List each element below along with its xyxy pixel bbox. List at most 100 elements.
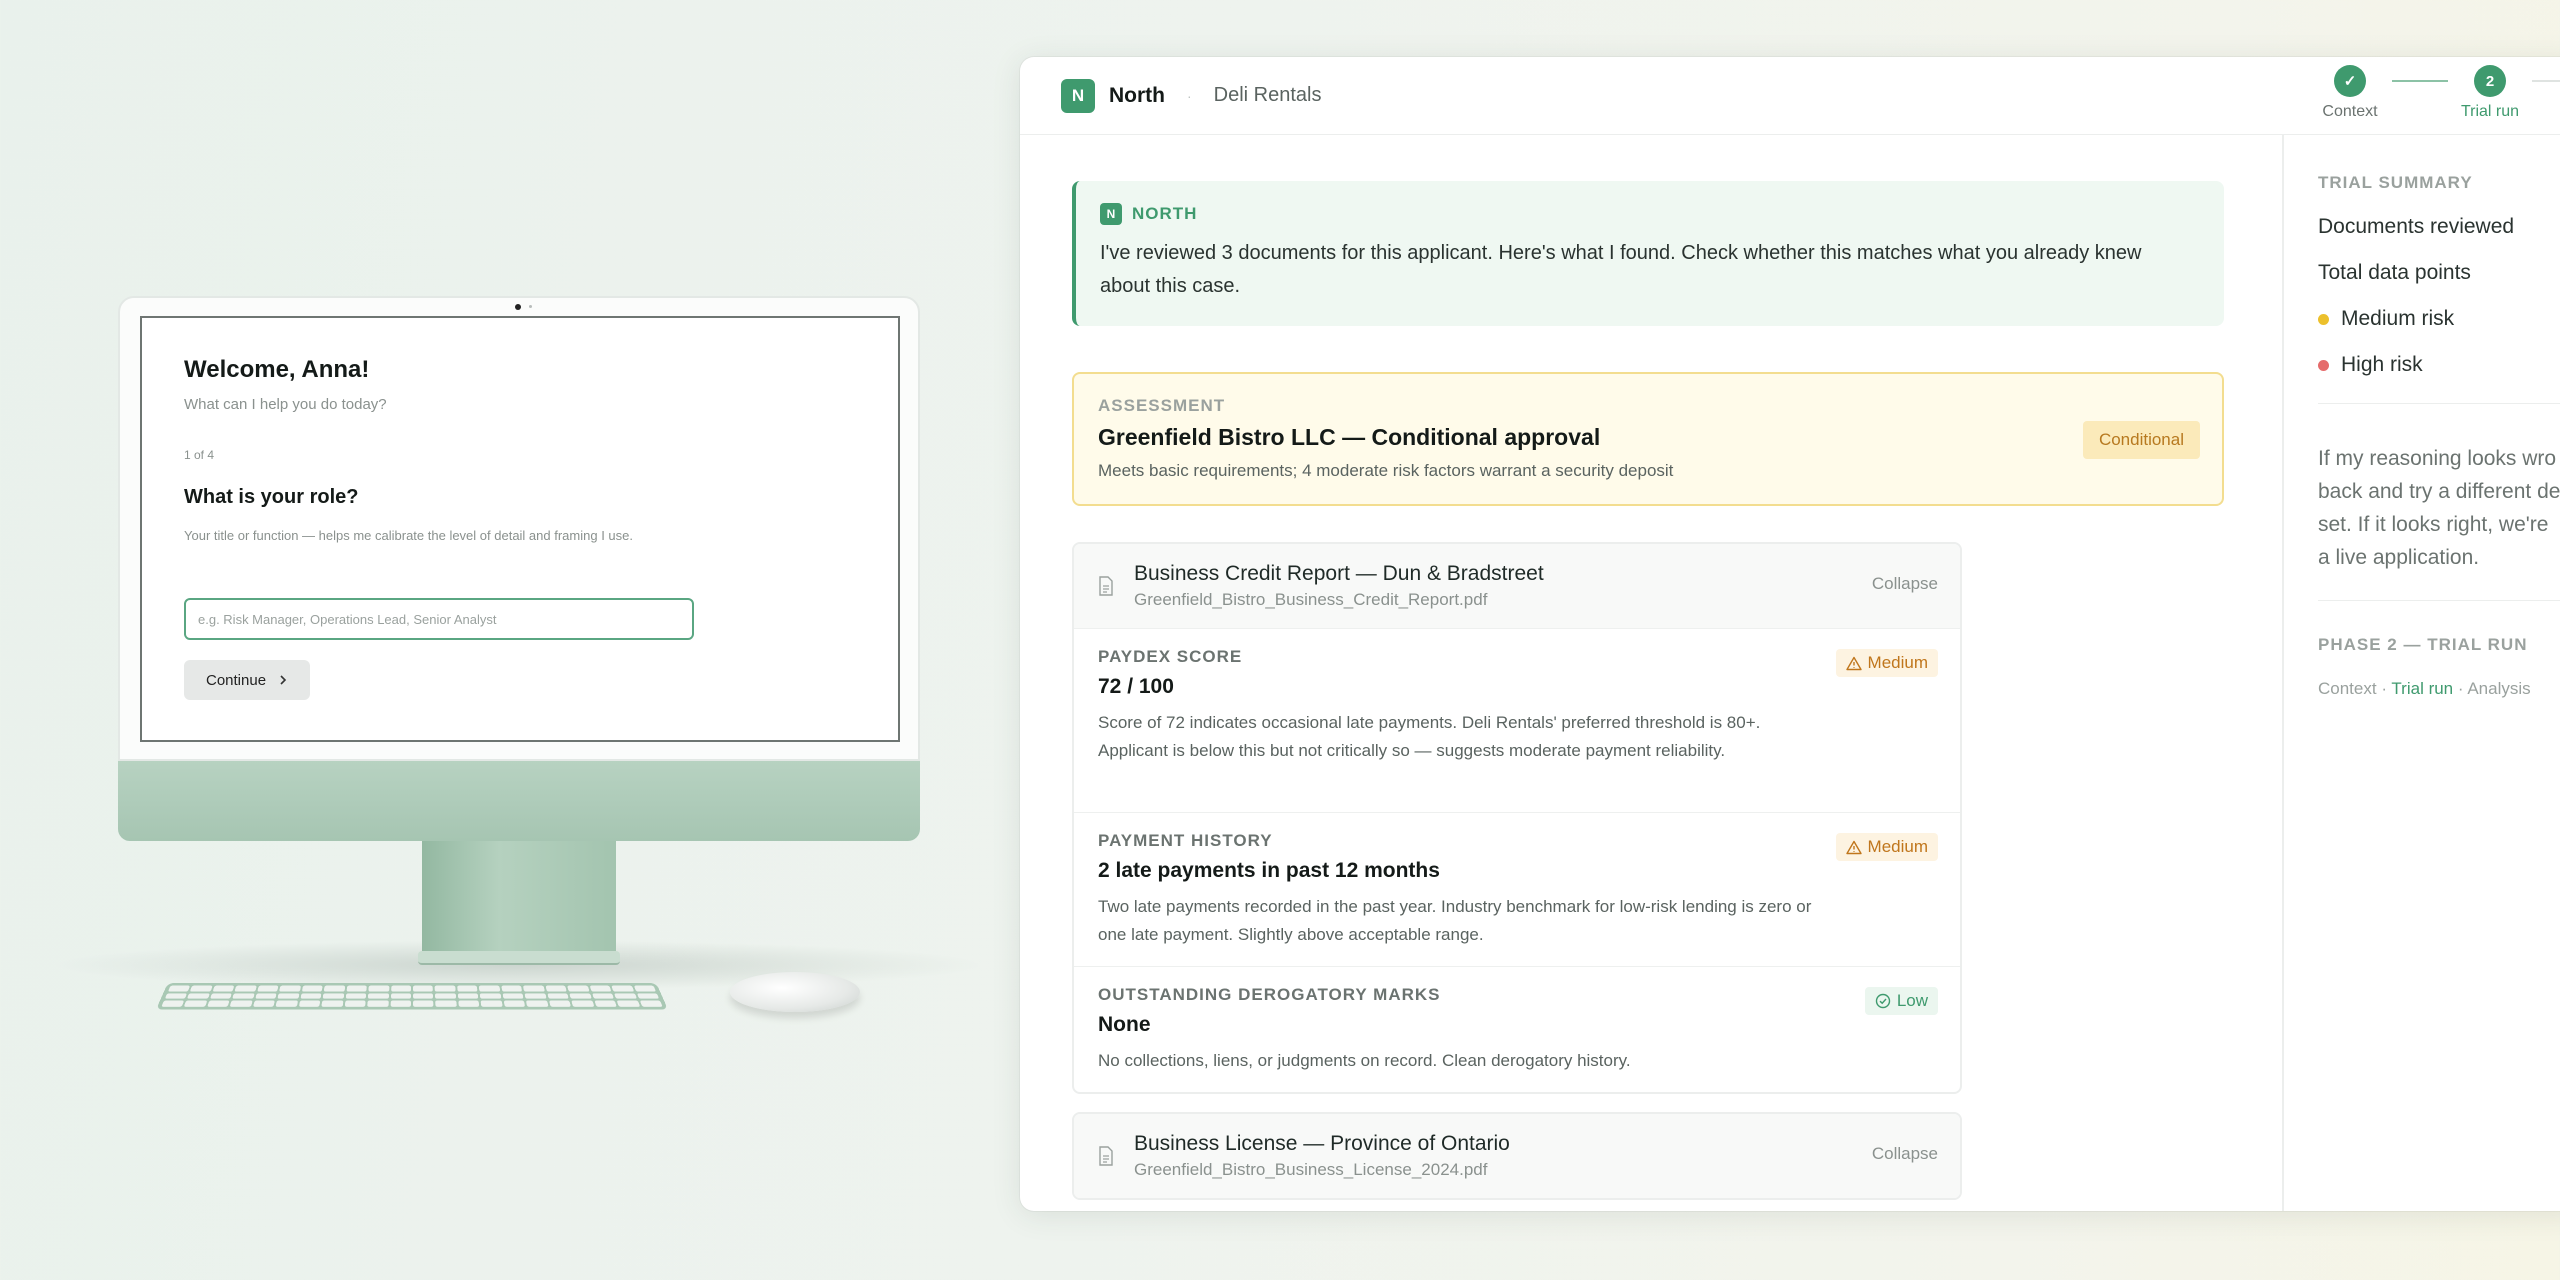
keyboard-key [435, 985, 456, 992]
finding-row: PAYDEX SCORE 72 / 100 Score of 72 indica… [1074, 628, 1960, 812]
keyboard-key [480, 993, 502, 999]
severity-label: Medium [1867, 653, 1928, 672]
crumb-trial-run[interactable]: Trial run [2391, 679, 2453, 698]
app-window: N North · Deli Rentals ✓ Context 2 Trial… [1020, 57, 2560, 1211]
step-connector [2532, 80, 2560, 82]
keyboard-key [367, 993, 389, 999]
monitor-chin [118, 761, 920, 841]
document-icon [1099, 576, 1113, 596]
document-header[interactable]: Business License — Province of Ontario G… [1074, 1114, 1960, 1198]
divider [2318, 403, 2560, 404]
summary-label: Total data points [2318, 261, 2471, 284]
document-icon [1099, 1146, 1113, 1166]
collapse-button[interactable]: Collapse [1872, 1144, 1938, 1164]
high-risk-dot [2318, 359, 2329, 371]
keyboard-key [435, 993, 457, 999]
role-input[interactable] [184, 598, 694, 640]
keyboard-key [503, 1000, 526, 1007]
document-filename: Greenfield_Bistro_Business_License_2024.… [1134, 1160, 1488, 1179]
keyboard-key [323, 985, 345, 992]
keyboard-key [161, 1000, 185, 1007]
keyboard-key [545, 985, 567, 992]
camera-icon [515, 304, 521, 310]
keyboard-key [589, 985, 612, 992]
keyboard-key [207, 1000, 230, 1007]
summary-row: Documents reviewed [2318, 215, 2560, 239]
warning-icon [1845, 656, 1862, 670]
keyboard-key [547, 993, 569, 999]
keyboard-key [254, 993, 277, 999]
keyboard-key [457, 993, 479, 999]
finding-text: Score of 72 indicates occasional late pa… [1098, 713, 1761, 760]
summary-label: Documents reviewed [2318, 215, 2515, 238]
keyboard-key [344, 1000, 366, 1007]
assessment-description: Meets basic requirements; 4 moderate ris… [1098, 461, 1674, 480]
note-line: set. If it looks right, we're [2318, 513, 2549, 536]
crumb-context[interactable]: Context [2318, 679, 2377, 698]
keyboard-key [184, 1000, 208, 1007]
phase-breadcrumb: Context · Trial run · Analysis [2318, 679, 2560, 699]
finding-text: No collections, liens, or judgments on r… [1098, 1051, 1631, 1070]
monitor-bezel: Welcome, Anna! What can I help you do to… [118, 296, 920, 761]
client-name: Deli Rentals [1213, 84, 1322, 106]
step-label: Trial run [2460, 103, 2520, 120]
reasoning-note: If my reasoning looks wro back and try a… [2318, 442, 2560, 574]
keyboard-key [300, 993, 322, 999]
step-trial-run[interactable]: 2 Trial run [2440, 65, 2540, 121]
summary-row: Medium risk [2318, 307, 2560, 331]
assessment-card: ASSESSMENT Greenfield Bistro LLC — Condi… [1072, 372, 2224, 506]
document-header[interactable]: Business Credit Report — Dun & Bradstree… [1074, 544, 1960, 628]
keyboard-key [301, 985, 323, 992]
keyboard-key [279, 985, 301, 992]
step-context[interactable]: ✓ Context [2300, 65, 2400, 121]
chevron-right-icon [280, 675, 287, 685]
phase-label: PHASE 2 — TRIAL RUN [2318, 635, 2528, 654]
keyboard-key [390, 1000, 411, 1007]
keyboard-key [412, 985, 434, 992]
document-card-business-license: Business License — Province of Ontario G… [1072, 1112, 1962, 1200]
status-badge: Conditional [2082, 421, 2200, 459]
keyboard-key [633, 985, 656, 992]
keyboard-key [277, 993, 300, 999]
summary-row: Total data points [2318, 261, 2560, 285]
keyboard-key [346, 985, 367, 992]
mouse [730, 972, 860, 1012]
summary-row: High risk [2318, 353, 2560, 377]
keyboard-key [571, 1000, 595, 1007]
north-message-text: I've reviewed 3 documents for this appli… [1100, 242, 2142, 297]
keyboard-key [548, 1000, 572, 1007]
keyboard-key [611, 985, 634, 992]
keyboard-key [298, 1000, 321, 1007]
finding-kicker: PAYMENT HISTORY [1098, 831, 1273, 850]
keyboard-key [322, 993, 344, 999]
severity-badge: Medium [1835, 833, 1938, 861]
keyboard-key [168, 985, 191, 992]
keyboard-key [614, 993, 637, 999]
continue-label: Continue [206, 671, 267, 689]
north-logo: N [1061, 78, 1095, 113]
monitor-screen: Welcome, Anna! What can I help you do to… [140, 316, 900, 742]
finding-kicker: PAYDEX SCORE [1098, 647, 1243, 666]
medium-risk-dot [2318, 313, 2329, 325]
keyboard-key [190, 985, 213, 992]
keyboard-key [413, 1000, 434, 1007]
finding-row: OUTSTANDING DEROGATORY MARKS None No col… [1074, 966, 1960, 1092]
collapse-button[interactable]: Collapse [1872, 574, 1938, 594]
keyboard-key [412, 993, 434, 999]
step-number: 2 [2474, 65, 2506, 97]
continue-button[interactable]: Continue [184, 660, 311, 700]
severity-label: Medium [1867, 837, 1928, 856]
finding-value: None [1098, 1013, 1151, 1036]
keyboard-key [368, 985, 389, 992]
crumb-analysis[interactable]: Analysis [2467, 679, 2530, 698]
document-title: Business License — Province of Ontario [1134, 1132, 1510, 1155]
keyboard-key [275, 1000, 298, 1007]
main-content: N NORTH I've reviewed 3 documents for th… [1072, 181, 2224, 1200]
top-bar: N North · Deli Rentals ✓ Context 2 Trial… [1020, 57, 2560, 135]
keyboard-key [257, 985, 279, 992]
keyboard-key [526, 1000, 549, 1007]
crumb-separator: · [2381, 679, 2387, 698]
keyboard-key [501, 985, 523, 992]
finding-value: 2 late payments in past 12 months [1098, 859, 1440, 882]
keyboard-key [636, 993, 660, 999]
